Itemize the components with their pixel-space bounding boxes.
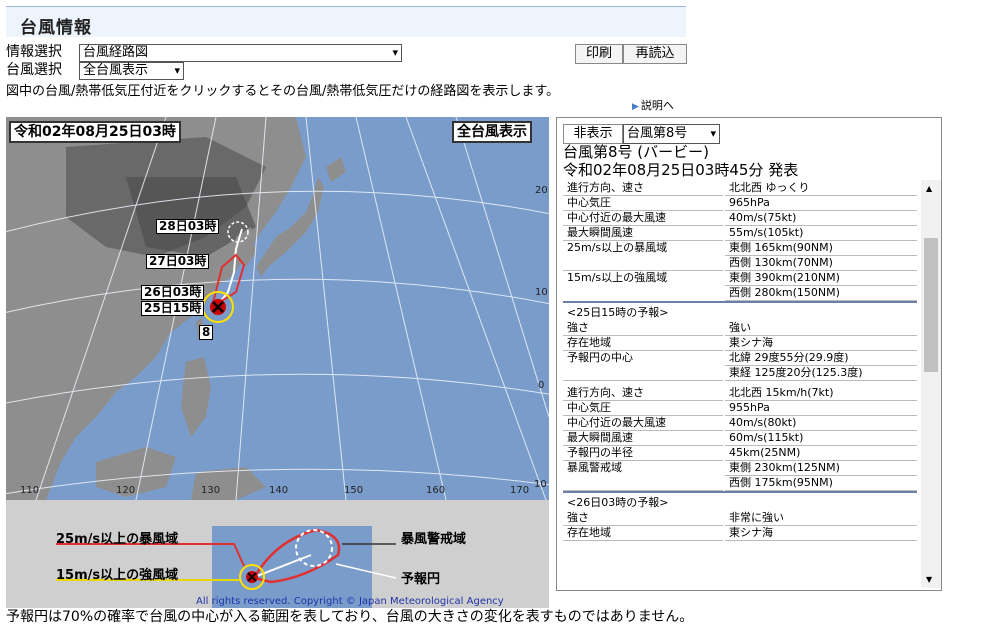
table-row: 予報円の中心 北緯 29度55分(29.9度) bbox=[563, 350, 917, 366]
scroll-down-icon[interactable]: ▼ bbox=[926, 575, 932, 584]
page-header: 台風情報 bbox=[6, 6, 686, 38]
table-row: 中心気圧 955hPa bbox=[563, 400, 917, 416]
typhoon-select-value: 全台風表示 bbox=[83, 63, 149, 78]
map-graphic bbox=[6, 117, 549, 500]
scrollbar-thumb[interactable] bbox=[924, 238, 938, 372]
track-label: 25日15時 bbox=[141, 301, 205, 316]
table-row: 存在地域 東シナ海 bbox=[563, 335, 917, 351]
lon-tick: 130 bbox=[201, 485, 221, 496]
page-title: 台風情報 bbox=[20, 18, 92, 38]
table-row: 25m/s以上の暴風域 東側 165km(90NM) bbox=[563, 240, 917, 256]
table-row: 存在地域 東シナ海 bbox=[563, 525, 917, 541]
lon-tick: 110 bbox=[20, 485, 40, 496]
typhoon-issued-time: 令和02年08月25日03時45分 発表 bbox=[563, 161, 799, 179]
chevron-down-icon: ▾ bbox=[710, 127, 716, 140]
panel-scrollbar[interactable]: ▲ ▼ bbox=[921, 180, 941, 588]
table-row: 最大瞬間風速 55m/s(105kt) bbox=[563, 225, 917, 241]
info-select[interactable]: 台風経路図 ▾ bbox=[79, 44, 402, 62]
section-header: <26日03時の予報> bbox=[567, 496, 669, 509]
map-mode-label: 全台風表示 bbox=[452, 121, 532, 143]
lon-tick: 120 bbox=[116, 485, 136, 496]
lon-tick: 140 bbox=[269, 485, 289, 496]
typhoon-number-label: 8 bbox=[199, 325, 214, 340]
copyright-text: All rights reserved. Copyright © Japan M… bbox=[196, 596, 504, 607]
section-divider bbox=[563, 491, 917, 493]
lon-tick: 170 bbox=[510, 485, 530, 496]
table-row: 予報円の半径 45km(25NM) bbox=[563, 445, 917, 461]
hide-button[interactable]: 非表示 bbox=[563, 124, 623, 144]
legend-warning-area: 暴風警戒域 bbox=[401, 532, 467, 547]
map-description: 図中の台風/熱帯低気圧付近をクリックするとその台風/熱帯低気圧だけの経路図を表示… bbox=[6, 84, 560, 99]
section-header: <25日15時の予報> bbox=[567, 306, 669, 319]
lat-tick: 0 bbox=[538, 380, 545, 391]
typhoon-select[interactable]: 全台風表示 ▾ bbox=[79, 62, 184, 80]
reload-button[interactable]: 再読込 bbox=[623, 44, 687, 64]
section-divider bbox=[563, 301, 917, 303]
table-row: 東経 125度20分(125.3度) bbox=[563, 365, 917, 381]
map-legend: 25m/s以上の暴風域 15m/s以上の強風域 暴風警戒域 予報円 All ri… bbox=[6, 500, 549, 608]
detail-table: 進行方向、速さ 北北西 ゆっくり 中心気圧 965hPa 中心付近の最大風速 40m/… bbox=[557, 180, 919, 588]
table-row: 最大瞬間風速 60m/s(115kt) bbox=[563, 430, 917, 446]
legend-storm-area: 25m/s以上の暴風域 bbox=[56, 532, 179, 547]
lon-tick: 150 bbox=[344, 485, 364, 496]
track-label: 28日03時 bbox=[156, 219, 220, 234]
chevron-down-icon: ▾ bbox=[392, 46, 398, 59]
table-row: 進行方向、速さ 北北西 15km/h(7kt) bbox=[563, 385, 917, 401]
scroll-up-icon[interactable]: ▲ bbox=[926, 184, 932, 193]
lon-tick: 160 bbox=[426, 485, 446, 496]
track-label: 26日03時 bbox=[141, 285, 205, 300]
typhoon-panel-select-value: 台風第8号 bbox=[627, 126, 688, 141]
lat-tick: 10 bbox=[535, 287, 548, 298]
legend-strong-area: 15m/s以上の強風域 bbox=[56, 568, 179, 583]
legend-graphic bbox=[56, 526, 397, 608]
table-row: 強さ 非常に強い bbox=[563, 510, 917, 526]
help-link-label: 説明へ bbox=[640, 99, 674, 112]
table-row: 進行方向、速さ 北北西 ゆっくり bbox=[563, 180, 917, 196]
chevron-down-icon: ▾ bbox=[174, 64, 180, 77]
table-row: 15m/s以上の強風域 東側 390km(210NM) bbox=[563, 270, 917, 286]
footnote: 予報円は70%の確率で台風の中心が入る範囲を表しており、台風の大きさの変化を表す… bbox=[6, 609, 694, 625]
lat-tick: 20 bbox=[535, 185, 548, 196]
typhoon-map[interactable]: 令和02年08月25日03時 全台風表示 28日03時 27日03時 26日03… bbox=[6, 117, 549, 500]
table-row: 中心付近の最大風速 40m/s(80kt) bbox=[563, 415, 917, 431]
table-row: 西側 130km(70NM) bbox=[563, 255, 917, 271]
help-link[interactable]: ▶ 説明へ bbox=[632, 97, 674, 113]
typhoon-select-label: 台風選択 bbox=[6, 62, 62, 78]
typhoon-title: 台風第8号 (バービー) bbox=[563, 143, 710, 161]
table-row: 西側 175km(95NM) bbox=[563, 475, 917, 491]
table-row: 中心気圧 965hPa bbox=[563, 195, 917, 211]
table-row: 西側 280km(150NM) bbox=[563, 285, 917, 301]
triangle-right-icon: ▶ bbox=[632, 102, 639, 112]
legend-forecast-circle: 予報円 bbox=[401, 572, 441, 587]
table-row: 中心付近の最大風速 40m/s(75kt) bbox=[563, 210, 917, 226]
lat-tick: 10 bbox=[534, 479, 547, 490]
info-select-label: 情報選択 bbox=[6, 44, 62, 60]
info-select-value: 台風経路図 bbox=[83, 45, 149, 60]
map-date-label: 令和02年08月25日03時 bbox=[9, 121, 181, 143]
track-label: 27日03時 bbox=[146, 254, 210, 269]
table-row: 強さ 強い bbox=[563, 320, 917, 336]
typhoon-detail-panel: 非表示 台風第8号 ▾ 台風第8号 (バービー) 令和02年08月25日03時4… bbox=[556, 117, 942, 591]
print-button[interactable]: 印刷 bbox=[575, 44, 623, 64]
table-row: 暴風警戒域 東側 230km(125NM) bbox=[563, 460, 917, 476]
typhoon-panel-select[interactable]: 台風第8号 ▾ bbox=[623, 124, 720, 144]
